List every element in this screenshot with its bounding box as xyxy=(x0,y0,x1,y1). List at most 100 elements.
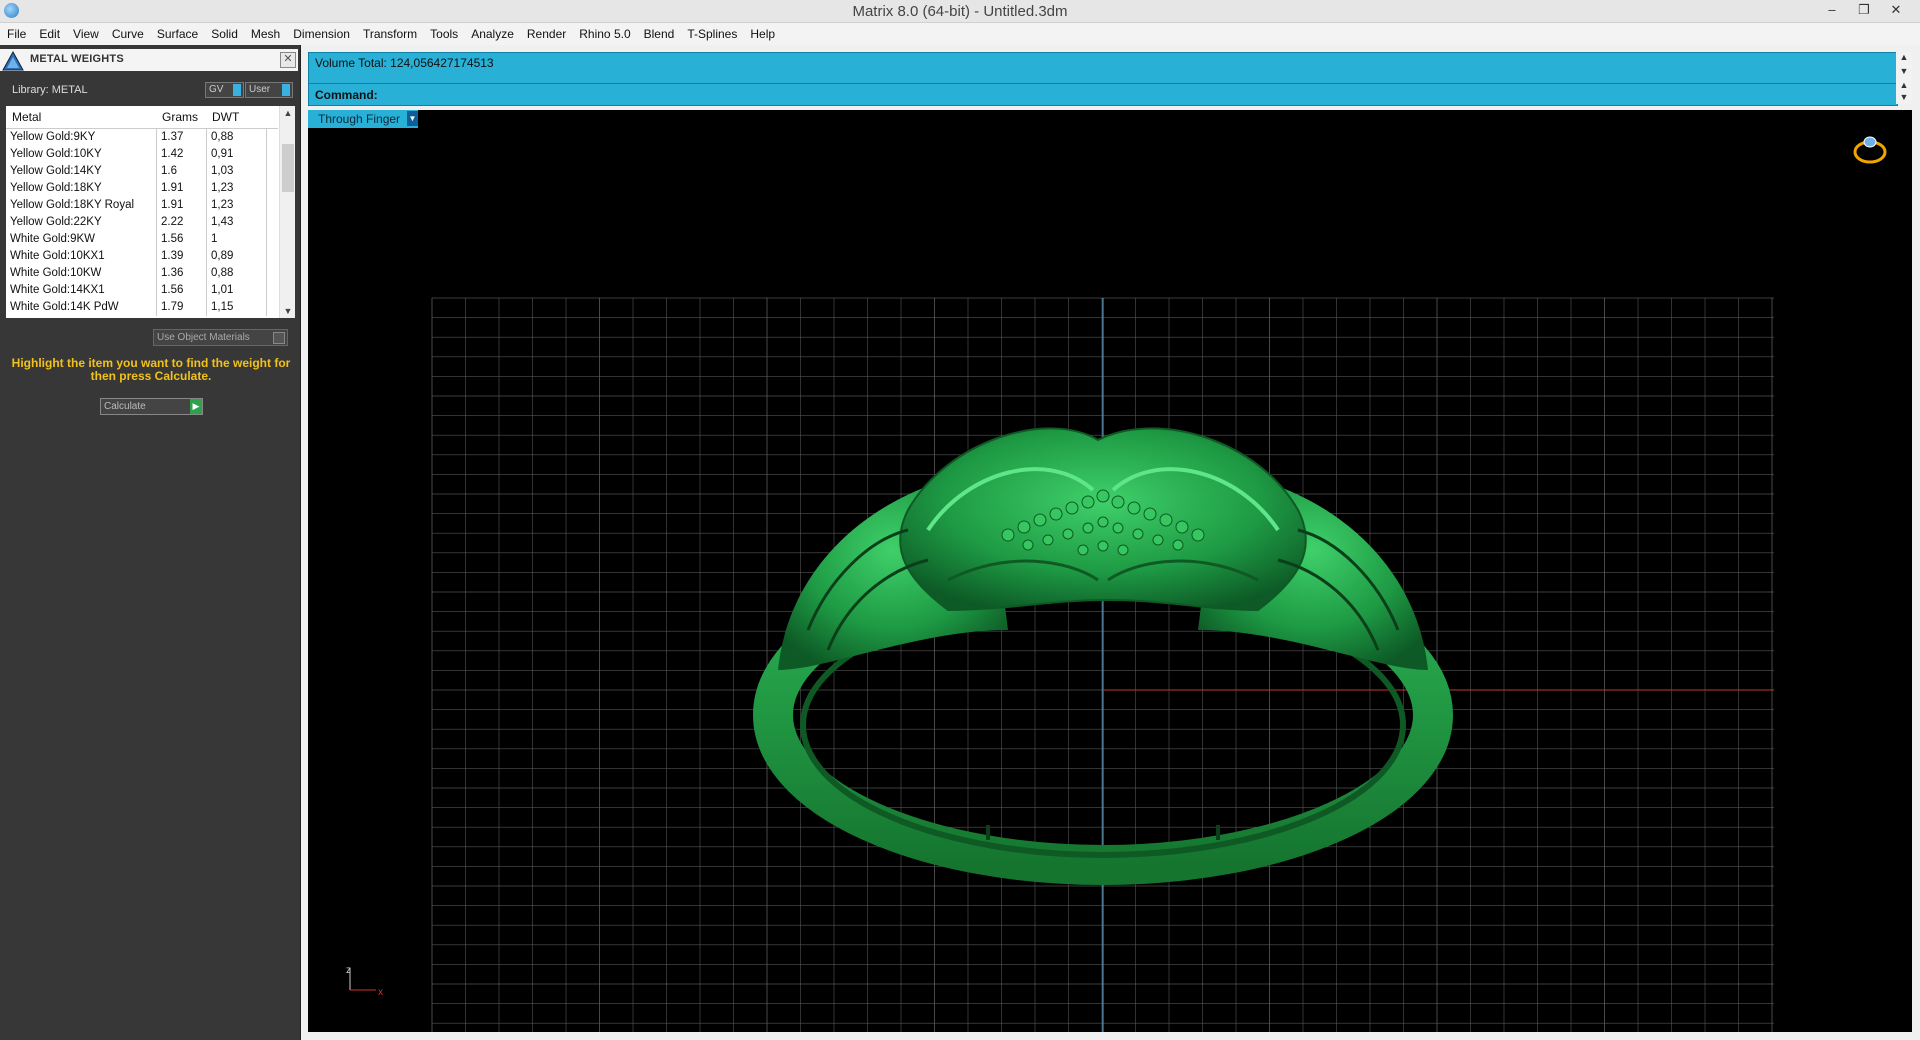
axis-gizmo xyxy=(349,968,376,991)
menu-mesh[interactable]: Mesh xyxy=(244,23,286,41)
column-grams[interactable]: Grams xyxy=(162,110,198,124)
table-row[interactable]: Yellow Gold:18KY 1.91 1,23 xyxy=(6,180,278,197)
metal-dwt: 0,91 xyxy=(211,148,234,160)
table-row[interactable]: Yellow Gold:22KY 2.22 1,43 xyxy=(6,214,278,231)
command-prompt[interactable]: Command: xyxy=(315,88,378,102)
column-divider xyxy=(156,180,157,197)
3d-viewport[interactable]: Through Finger ▼ z x xyxy=(308,110,1912,1032)
column-divider xyxy=(206,197,207,214)
metal-dwt: 1,15 xyxy=(211,301,234,313)
column-divider xyxy=(156,231,157,248)
panel-header: METAL WEIGHTS ✕ xyxy=(0,49,298,71)
menu-view[interactable]: View xyxy=(66,23,105,41)
cmd-scroll-up-icon[interactable]: ▲ xyxy=(1896,52,1912,62)
checkbox-box[interactable] xyxy=(273,332,285,344)
calculate-label: Calculate xyxy=(104,401,146,412)
user-label: User xyxy=(249,84,271,95)
column-divider xyxy=(206,146,207,163)
menu-blend[interactable]: Blend xyxy=(637,23,681,41)
restore-button[interactable]: ❐ xyxy=(1848,0,1880,22)
use-object-materials-checkbox[interactable]: Use Object Materials xyxy=(153,329,288,346)
column-divider xyxy=(156,265,157,282)
command-scrollbar[interactable]: ▲ ▼ ▲ ▼ xyxy=(1896,52,1912,104)
menu-analyze[interactable]: Analyze xyxy=(464,23,520,41)
metal-grams: 1.56 xyxy=(161,233,184,245)
viewport-scene xyxy=(431,136,1887,1032)
metal-table: Metal Grams DWT Yellow Gold:9KY 1.37 0,88 Y… xyxy=(6,106,295,318)
metal-grams: 1.91 xyxy=(161,199,184,211)
menu-solid[interactable]: Solid xyxy=(204,23,244,41)
menu-tools[interactable]: Tools xyxy=(423,23,464,41)
command-panel: Volume Total: 124,056427174513 Command: xyxy=(308,52,1898,106)
hint-text: Highlight the item you want to find the … xyxy=(11,356,291,383)
table-row[interactable]: Yellow Gold:14KY 1.6 1,03 xyxy=(6,163,278,180)
column-divider xyxy=(206,282,207,299)
scroll-up-icon[interactable]: ▲ xyxy=(280,106,295,120)
menu-curve[interactable]: Curve xyxy=(105,23,150,41)
table-row[interactable]: Yellow Gold:9KY 1.37 0,88 xyxy=(6,129,278,146)
cmd-scroll-down-icon[interactable]: ▼ xyxy=(1896,66,1912,76)
column-divider xyxy=(206,180,207,197)
menu-surface[interactable]: Surface xyxy=(150,23,204,41)
column-divider xyxy=(266,248,267,265)
ring-view-icon[interactable] xyxy=(1853,136,1887,164)
metal-grams: 1.6 xyxy=(161,165,177,177)
cmd-scroll-up2-icon[interactable]: ▲ xyxy=(1896,80,1912,90)
metal-dwt: 1,03 xyxy=(211,165,234,177)
column-divider xyxy=(156,129,157,146)
metal-grams: 1.36 xyxy=(161,267,184,279)
menu-dimension[interactable]: Dimension xyxy=(286,23,356,41)
table-row[interactable]: White Gold:9KW 1.56 1 xyxy=(6,231,278,248)
column-divider xyxy=(206,129,207,146)
column-dwt[interactable]: DWT xyxy=(212,110,239,124)
column-metal[interactable]: Metal xyxy=(12,110,41,124)
user-button[interactable]: User xyxy=(245,82,293,98)
gv-indicator xyxy=(233,84,241,96)
title-bar: Matrix 8.0 (64-bit) - Untitled.3dm – ❐ ✕ xyxy=(0,0,1920,23)
table-row[interactable]: Yellow Gold:10KY 1.42 0,91 xyxy=(6,146,278,163)
column-divider xyxy=(156,197,157,214)
scroll-down-icon[interactable]: ▼ xyxy=(280,304,295,318)
play-icon[interactable]: ▶ xyxy=(190,399,202,414)
metal-dwt: 1,23 xyxy=(211,199,234,211)
gv-button[interactable]: GV xyxy=(205,82,244,98)
scroll-thumb[interactable] xyxy=(282,144,294,192)
metal-name: White Gold:14KX1 xyxy=(10,284,105,296)
metal-grams: 1.37 xyxy=(161,131,184,143)
metal-name: White Gold:10KW xyxy=(10,267,102,279)
calculate-button[interactable]: Calculate ▶ xyxy=(100,398,203,415)
table-row[interactable]: White Gold:10KX1 1.39 0,89 xyxy=(6,248,278,265)
menu-file[interactable]: File xyxy=(0,23,32,41)
menu-bar: File Edit View Curve Surface Solid Mesh Dimensi… xyxy=(0,23,1920,45)
menu-render[interactable]: Render xyxy=(520,23,572,41)
table-row[interactable]: Yellow Gold:18KY Royal 1.91 1,23 xyxy=(6,197,278,214)
close-window-button[interactable]: ✕ xyxy=(1880,0,1912,22)
table-row[interactable]: White Gold:14KX1 1.56 1,01 xyxy=(6,282,278,299)
metal-dwt: 0,89 xyxy=(211,250,234,262)
menu-edit[interactable]: Edit xyxy=(32,23,66,41)
table-scrollbar[interactable]: ▲ ▼ xyxy=(279,106,295,318)
metal-name: Yellow Gold:14KY xyxy=(10,165,102,177)
window-title: Matrix 8.0 (64-bit) - Untitled.3dm xyxy=(852,3,1068,20)
menu-transform[interactable]: Transform xyxy=(356,23,423,41)
minimize-button[interactable]: – xyxy=(1816,0,1848,22)
column-divider xyxy=(266,197,267,214)
user-indicator xyxy=(282,84,290,96)
metal-grams: 1.39 xyxy=(161,250,184,262)
menu-rhino5[interactable]: Rhino 5.0 xyxy=(572,23,636,41)
metal-dwt: 0,88 xyxy=(211,267,234,279)
table-row[interactable]: White Gold:10KW 1.36 0,88 xyxy=(6,265,278,282)
column-divider xyxy=(206,265,207,282)
panel-close-icon[interactable]: ✕ xyxy=(280,52,296,68)
menu-help[interactable]: Help xyxy=(743,23,781,41)
menu-tsplines[interactable]: T-Splines xyxy=(680,23,743,41)
column-divider xyxy=(206,231,207,248)
metal-dwt: 1,43 xyxy=(211,216,234,228)
cmd-scroll-down2-icon[interactable]: ▼ xyxy=(1896,92,1912,102)
column-divider xyxy=(266,180,267,197)
column-divider xyxy=(206,163,207,180)
column-divider xyxy=(156,282,157,299)
table-row[interactable]: White Gold:14K PdW 1.79 1,15 xyxy=(6,299,278,316)
column-divider xyxy=(156,146,157,163)
metal-dwt: 1,01 xyxy=(211,284,234,296)
